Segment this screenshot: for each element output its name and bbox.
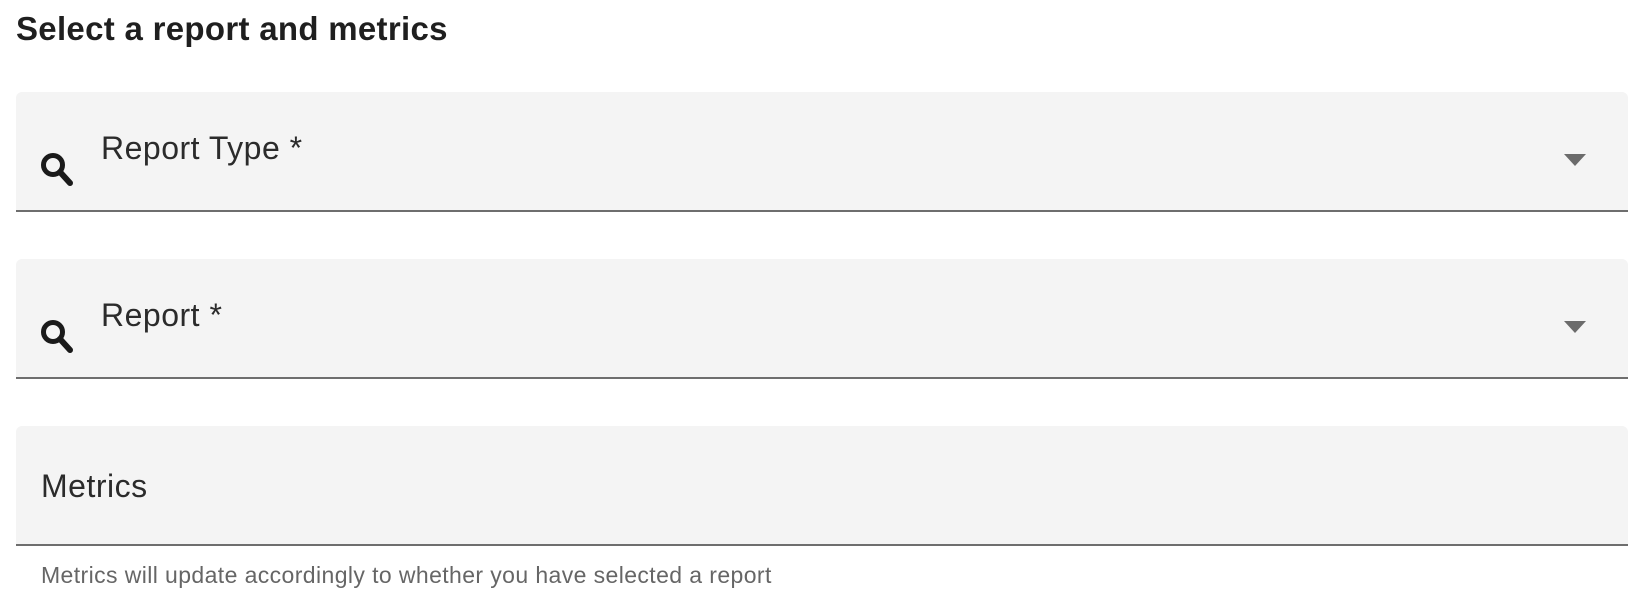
form-heading: Select a report and metrics: [16, 10, 448, 47]
metrics-helper-text: Metrics will update accordingly to wheth…: [41, 562, 772, 588]
metrics-field[interactable]: Metrics: [16, 426, 1628, 546]
chevron-down-icon[interactable]: [1564, 321, 1586, 333]
search-icon: [40, 152, 74, 188]
search-icon: [40, 319, 74, 355]
metrics-label: Metrics: [41, 468, 148, 504]
chevron-down-icon[interactable]: [1564, 154, 1586, 166]
report-type-label: Report Type *: [101, 130, 303, 166]
report-type-field[interactable]: Report Type *: [16, 92, 1628, 212]
report-field[interactable]: Report *: [16, 259, 1628, 379]
report-metrics-form: Select a report and metrics Report Type …: [0, 0, 1644, 604]
report-label: Report *: [101, 297, 223, 333]
